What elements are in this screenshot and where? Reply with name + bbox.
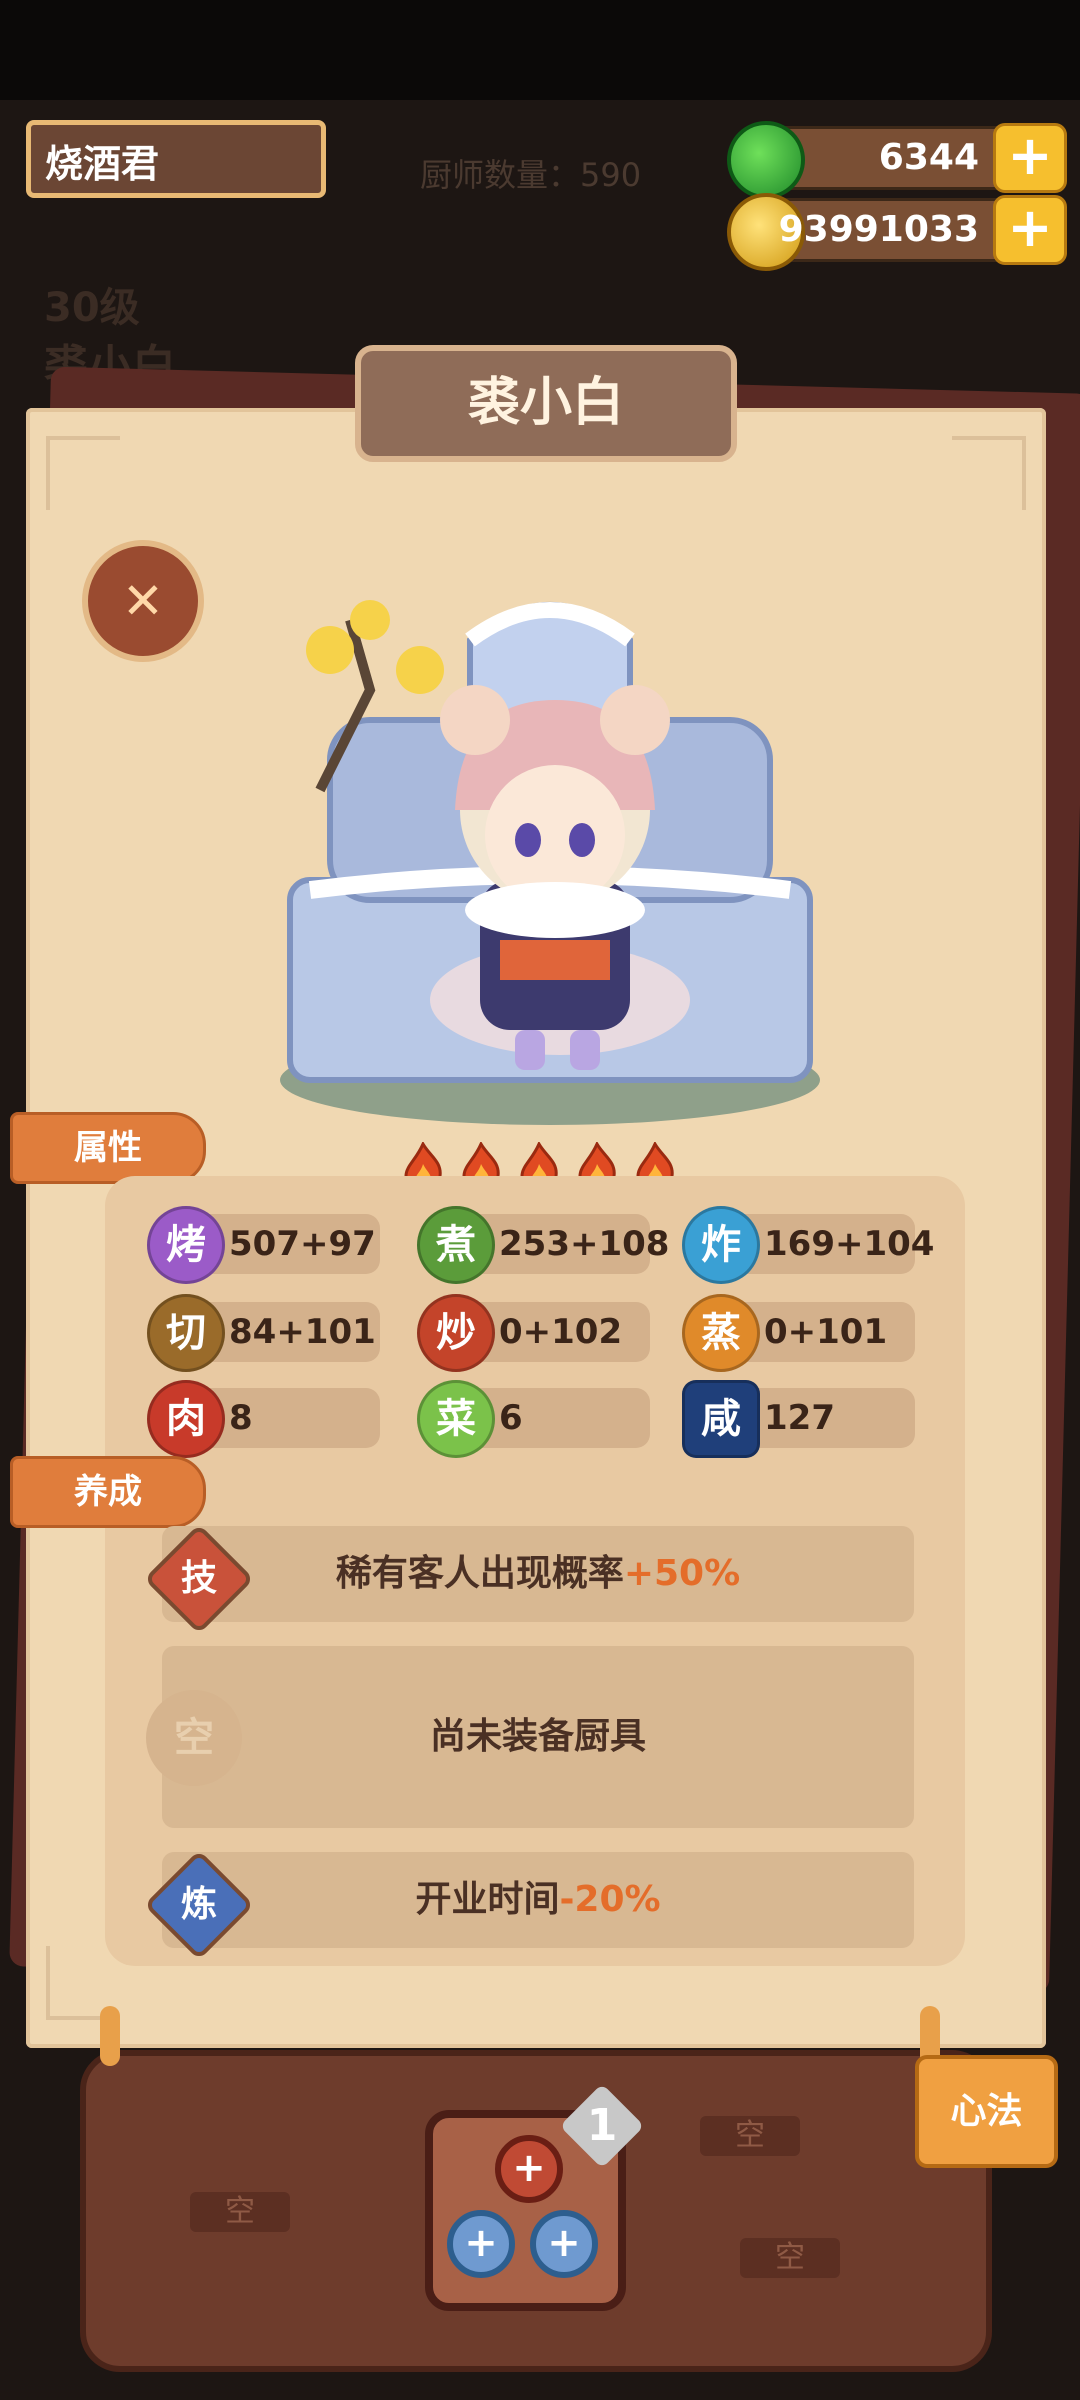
equipment-empty-slot[interactable]: 空 bbox=[146, 1690, 242, 1786]
stat-value: 169+104 bbox=[764, 1224, 935, 1264]
tray-pin bbox=[100, 2006, 120, 2066]
tab-training[interactable]: 养成 bbox=[10, 1456, 206, 1528]
stat-icon: 菜 bbox=[417, 1380, 495, 1458]
equipment-row[interactable]: 尚未装备厨具 bbox=[162, 1646, 914, 1828]
coin-currency: 93991033 + bbox=[727, 193, 1067, 271]
skill-text: 稀有客人出现概率 bbox=[335, 1553, 624, 1594]
coin-value: 93991033 bbox=[778, 209, 979, 250]
stat-value: 253+108 bbox=[499, 1224, 670, 1264]
corner-ornament bbox=[46, 436, 120, 510]
stat-icon: 切 bbox=[147, 1294, 225, 1372]
stat-icon: 烤 bbox=[147, 1206, 225, 1284]
player-name[interactable]: 烧酒君 bbox=[26, 120, 326, 198]
empty-slot[interactable]: 空 bbox=[190, 2192, 290, 2232]
stat-value: 6 bbox=[499, 1398, 523, 1438]
jade-value: 6344 bbox=[878, 137, 979, 178]
stat-item: 咸 127 bbox=[682, 1380, 915, 1458]
tab-attributes[interactable]: 属性 bbox=[10, 1112, 206, 1184]
chef-illustration bbox=[280, 600, 820, 1125]
stat-value: 0+101 bbox=[764, 1312, 888, 1352]
status-bar bbox=[0, 0, 1080, 100]
background-level: 30级 bbox=[44, 285, 140, 331]
jade-currency: 6344 + bbox=[727, 121, 1067, 199]
chef-name-title: 裘小白 bbox=[355, 345, 737, 462]
stat-item: 炸 169+104 bbox=[682, 1206, 934, 1284]
stat-item: 蒸 0+101 bbox=[682, 1294, 915, 1372]
stat-icon: 蒸 bbox=[682, 1294, 760, 1372]
chef-count: 厨师数量：590 bbox=[420, 156, 642, 194]
add-skill-icon[interactable]: + bbox=[495, 2135, 563, 2203]
stat-value: 8 bbox=[229, 1398, 253, 1438]
skill-row[interactable]: 稀有客人出现概率+50% bbox=[162, 1526, 914, 1622]
stat-icon: 咸 bbox=[682, 1380, 760, 1458]
add-coins-button[interactable]: + bbox=[993, 195, 1067, 265]
stat-item: 炒 0+102 bbox=[417, 1294, 650, 1372]
add-skill-icon[interactable]: + bbox=[530, 2210, 598, 2278]
add-skill-icon[interactable]: + bbox=[447, 2210, 515, 2278]
skill-value: +50% bbox=[623, 1553, 741, 1594]
level-badge: 1 bbox=[586, 2100, 618, 2151]
refine-value: -20% bbox=[559, 1879, 661, 1920]
add-jade-button[interactable]: + bbox=[993, 123, 1067, 193]
stat-item: 煮 253+108 bbox=[417, 1206, 669, 1284]
stat-item: 菜6 bbox=[417, 1380, 650, 1458]
jade-icon bbox=[727, 121, 805, 199]
stat-item: 肉8 bbox=[147, 1380, 380, 1458]
equipment-text: 尚未装备厨具 bbox=[429, 1716, 646, 1757]
stat-value: 507+97 bbox=[229, 1224, 376, 1264]
stat-value: 127 bbox=[764, 1398, 835, 1438]
stat-item: 烤 507+97 bbox=[147, 1206, 380, 1284]
refine-text: 开业时间 bbox=[415, 1879, 560, 1920]
stat-item: 切 84+101 bbox=[147, 1294, 380, 1372]
stat-icon: 肉 bbox=[147, 1380, 225, 1458]
stat-icon: 炒 bbox=[417, 1294, 495, 1372]
empty-slot[interactable]: 空 bbox=[700, 2116, 800, 2156]
xinfa-button[interactable]: 心法 bbox=[915, 2055, 1058, 2168]
stat-value: 84+101 bbox=[229, 1312, 376, 1352]
empty-slot[interactable]: 空 bbox=[740, 2238, 840, 2278]
stat-icon: 炸 bbox=[682, 1206, 760, 1284]
corner-ornament bbox=[952, 436, 1026, 510]
refine-row[interactable]: 开业时间-20% bbox=[162, 1852, 914, 1948]
chef-class-icon[interactable]: ✕ bbox=[82, 540, 204, 662]
stat-icon: 煮 bbox=[417, 1206, 495, 1284]
stat-value: 0+102 bbox=[499, 1312, 623, 1352]
